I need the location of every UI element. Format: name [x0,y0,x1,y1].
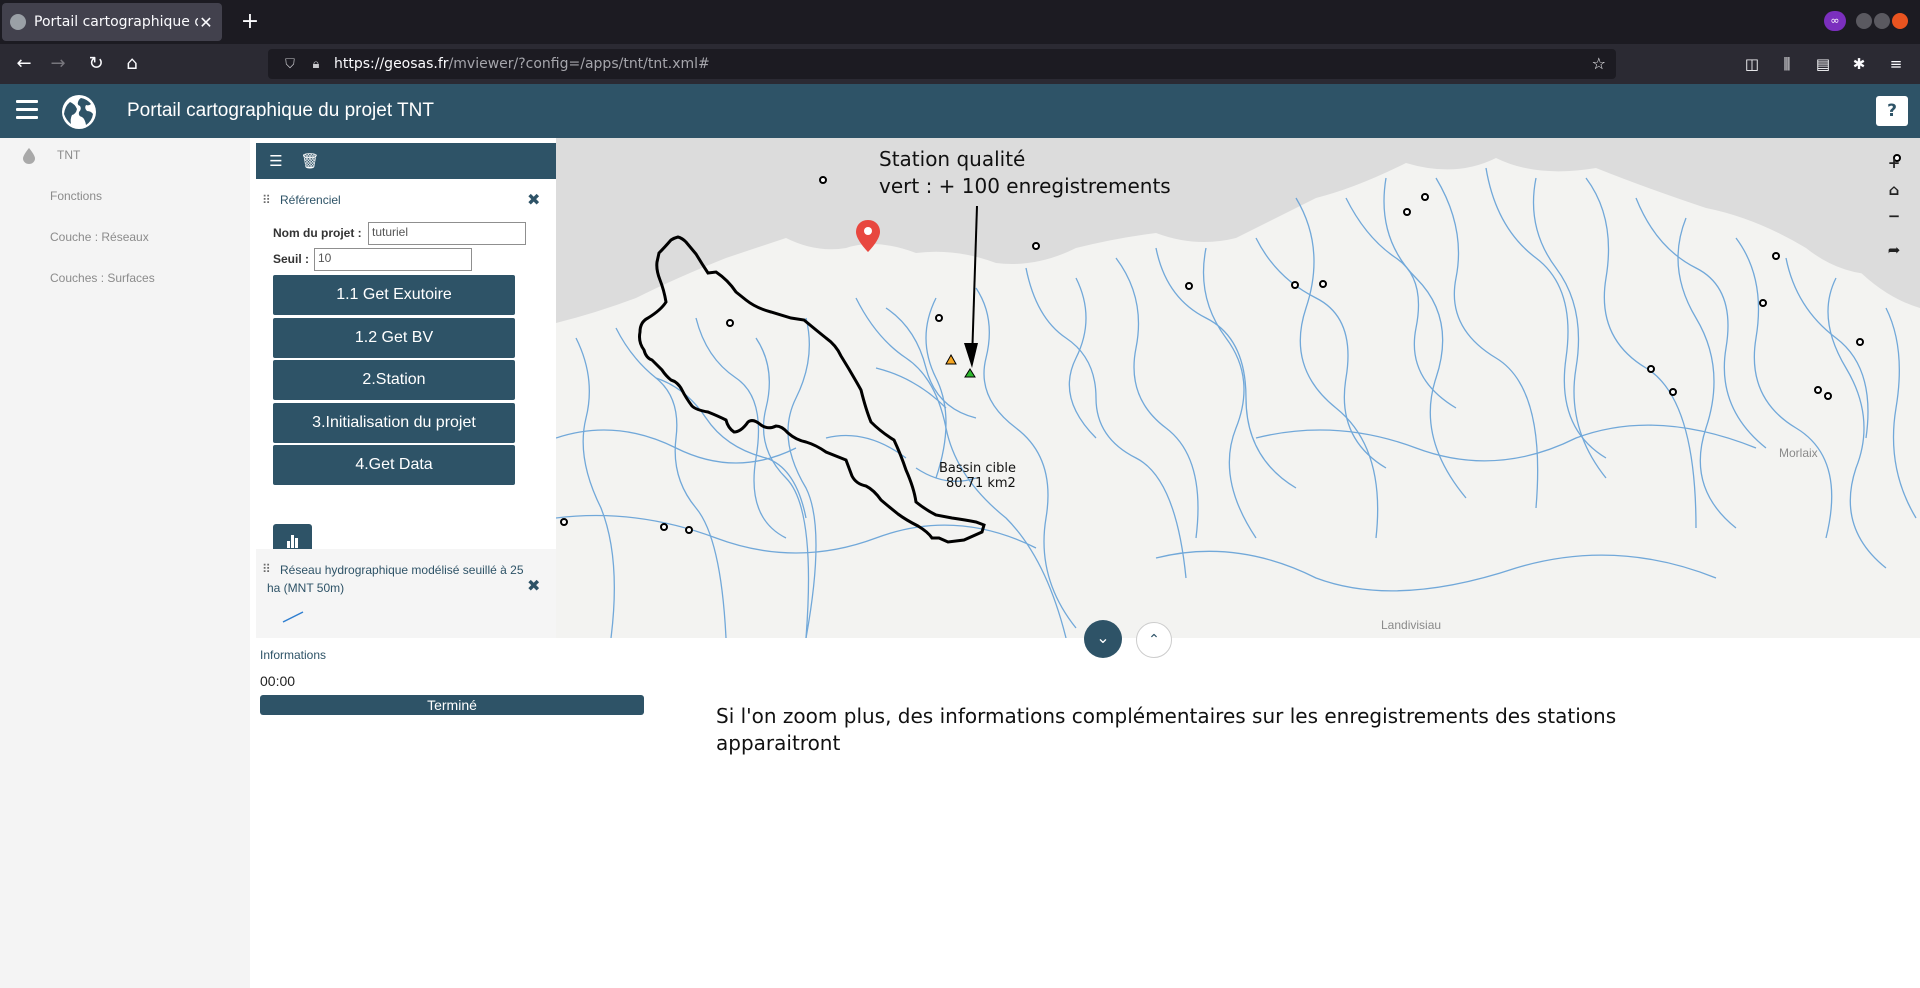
annotation-line-1: Station qualité [879,147,1026,171]
layer-panel: ☰ 🗑︎ ⠿ Référenciel ✖ Nom du projet : tut… [256,143,556,638]
site-favicon-icon [10,14,26,30]
menu-icon[interactable]: ≡ [1886,54,1906,74]
sidebar-item-reseaux[interactable]: Couche : Réseaux [50,230,149,244]
app-title: Portail cartographique du projet TNT [127,100,434,121]
close-layer-icon[interactable]: ✖ [527,576,540,595]
outlet-marker-icon [856,220,880,252]
help-button[interactable]: ? [1876,96,1908,126]
project-name-input[interactable]: tuturiel [368,222,526,245]
close-layer-icon[interactable]: ✖ [527,190,540,209]
pocket-icon[interactable]: ◫ [1742,54,1762,74]
new-tab-button[interactable]: + [236,8,264,36]
forward-arrow-icon[interactable]: → [46,52,70,76]
tab-close-icon[interactable]: ✕ [198,13,214,32]
basin-label-name: Bassin cible [939,461,1017,476]
hamburger-menu-icon[interactable] [16,100,38,122]
sidebar-item-fonctions[interactable]: Fonctions [50,189,102,203]
annotation-zoom-info: Si l'on zoom plus, des informations comp… [716,704,1617,755]
init-project-button[interactable]: 3.Initialisation du projet [273,403,515,443]
private-mask-icon: ∞ [1824,11,1846,31]
lock-icon[interactable]: 🔒︎ [308,57,324,72]
basin-outline [638,235,986,544]
progress-bar: Terminé [260,695,644,715]
collapse-map-button[interactable]: ⌄ [1084,620,1122,658]
home-icon[interactable]: ⌂ [120,52,144,76]
shield-icon[interactable]: ⛉ [282,57,298,72]
bookmark-star-icon[interactable]: ☆ [1592,54,1606,73]
url-path: /mviewer/?config=/apps/tnt/tnt.xml# [448,56,710,72]
basin-label-area: 80.71 km2 [946,476,1016,491]
sidebar-toggle-icon[interactable]: ▤ [1813,54,1833,74]
maximize-button[interactable] [1874,13,1890,29]
browser-tab[interactable]: Portail cartographique du projet TNT ✕ [2,3,222,41]
annotation-line-2: vert : + 100 enregistrements [879,174,1171,198]
get-bv-button[interactable]: 1.2 Get BV [273,318,515,358]
seuil-input[interactable]: 10 [314,248,472,271]
info-time: 00:00 [260,673,296,689]
tab-title: Portail cartographique du projet TNT [34,14,198,30]
water-drop-icon [23,148,35,164]
station-green-triangle [964,368,976,378]
back-arrow-icon[interactable]: ← [12,52,36,76]
river-legend-icon [282,611,304,623]
minimize-button[interactable] [1856,13,1872,29]
sidebar-item-tnt[interactable]: TNT [57,148,80,162]
close-window-button[interactable] [1892,13,1908,29]
project-name-label: Nom du projet : [273,226,362,240]
info-title: Informations [260,648,327,662]
annotation-arrow-head [964,343,978,368]
home-view-icon[interactable]: ⌂ [1883,179,1905,201]
town-label-landivisiau: Landivisiau [1381,618,1442,632]
map-view[interactable]: + ⌂ − ➦ Bassin cible 80.71 km2 Morlaix L… [556,138,1920,638]
share-icon[interactable]: ➦ [1883,239,1905,261]
extension-icon[interactable]: ✱ [1849,54,1869,74]
sea-area [556,138,1920,323]
globe-logo-icon [62,95,96,129]
url-bar[interactable]: ⛉ 🔒︎ https://geosas.fr/mviewer/?config=/… [268,49,1616,79]
seuil-label: Seuil : [273,252,310,266]
reload-icon[interactable]: ↻ [84,52,108,76]
browser-navbar: ← → ↻ ⌂ ⛉ 🔒︎ https://geosas.fr/mviewer/?… [0,44,1920,84]
zoom-out-button[interactable]: − [1883,205,1905,227]
layer-title-referentiel: Référenciel [280,193,341,207]
drag-handle-icon[interactable]: ⠿ [262,194,271,206]
panel-toolbar: ☰ 🗑︎ [256,143,556,179]
layer-reseau: ⠿ Réseau hydrographique modélisé seuillé… [256,549,556,638]
sidebar-item-surfaces[interactable]: Couches : Surfaces [50,271,155,285]
library-icon[interactable]: ⫼ [1777,54,1797,74]
zoom-in-button[interactable]: + [1883,152,1905,174]
annotation-station-quality: Station qualité vert : + 100 enregistrem… [879,146,1171,200]
map-canvas[interactable] [556,138,1920,638]
sidebar: TNT Fonctions Couche : Réseaux Couches :… [0,138,250,988]
url-host: https://geosas.fr [334,56,449,72]
get-exutoire-button[interactable]: 1.1 Get Exutoire [273,275,515,315]
layer-list-icon[interactable]: ☰ [266,151,286,171]
expand-panel-button[interactable]: ⌃ [1136,622,1172,658]
trash-icon[interactable]: 🗑︎ [300,151,320,171]
station-button[interactable]: 2.Station [273,360,515,400]
layer-referentiel: ⠿ Référenciel ✖ Nom du projet : tuturiel… [256,181,556,579]
town-label-morlaix: Morlaix [1779,446,1818,460]
station-orange-triangle [945,353,957,365]
get-data-button[interactable]: 4.Get Data [273,445,515,485]
browser-tabbar: Portail cartographique du projet TNT ✕ +… [0,0,1920,44]
layer-title-reseau: Réseau hydrographique modélisé seuillé à… [267,563,524,595]
